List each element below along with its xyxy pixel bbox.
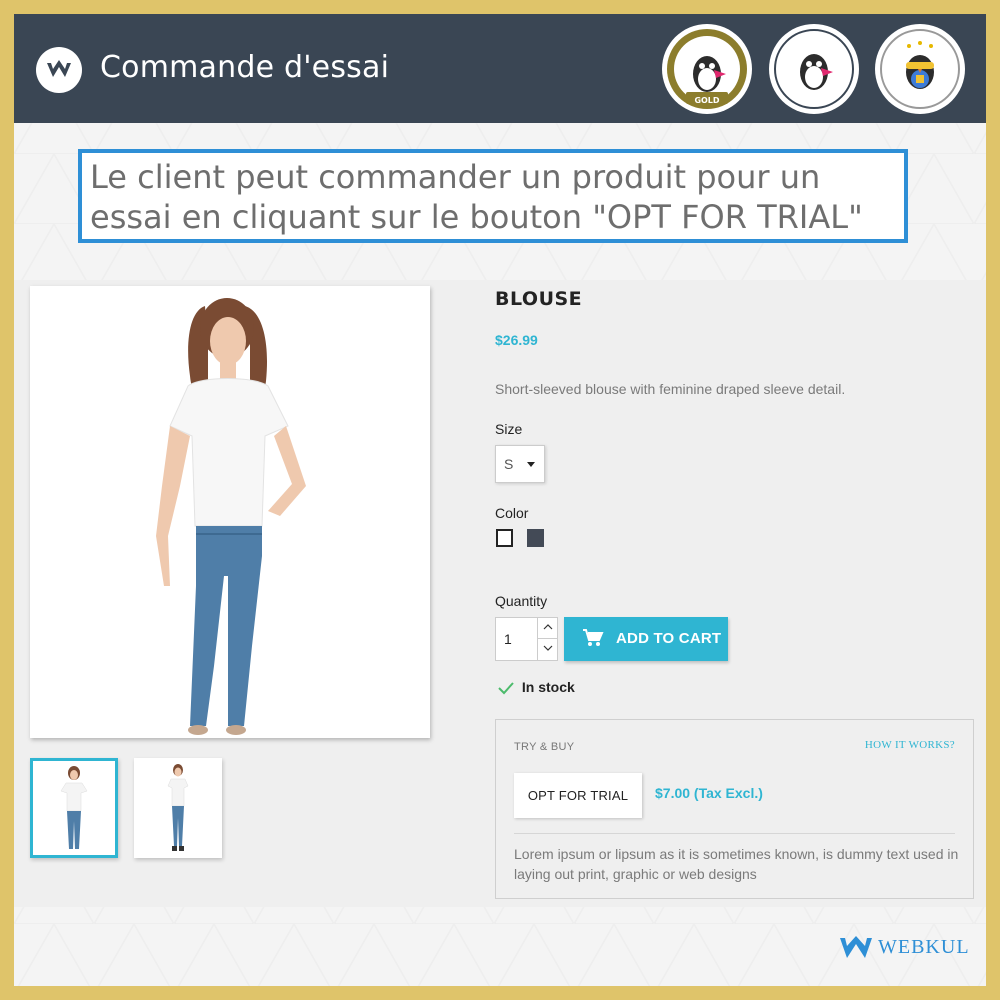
color-swatch-white[interactable] [496,529,513,547]
trial-description: Lorem ipsum or lipsum as it is sometimes… [514,846,959,882]
page-frame: Commande d'essai GOLD Le client peut com… [14,14,986,986]
how-it-works-link[interactable]: HOW IT WORKS? [865,739,955,751]
try-and-buy-panel: TRY & BUY HOW IT WORKS? OPT FOR TRIAL $7… [495,719,974,899]
add-to-cart-button[interactable]: ADD TO CART [564,617,728,661]
quantity-stepper[interactable]: 1 [495,617,558,661]
callout-line-1: Le client peut commander un produit pour… [90,158,821,196]
super-hero-seller-badge [875,24,965,114]
trial-divider [514,833,955,834]
color-label: Color [495,505,529,521]
header-bar: Commande d'essai GOLD [14,14,986,123]
quantity-input[interactable]: 1 [504,631,512,647]
product-price: $26.99 [495,332,538,348]
product-main-image[interactable] [30,286,430,738]
opt-for-trial-button[interactable]: OPT FOR TRIAL [514,773,642,818]
trial-price: $7.00 (Tax Excl.) [655,785,763,801]
stock-status: In stock [498,679,575,695]
quantity-buttons [537,618,557,660]
trial-title: TRY & BUY [514,741,575,753]
partner-gold-badge: GOLD [662,24,752,114]
size-label: Size [495,421,523,437]
product-thumbnail-1[interactable] [30,758,118,858]
partner-module-developer-badge [769,24,859,114]
quantity-label: Quantity [495,593,548,609]
shopping-cart-icon [583,629,604,646]
callout-line-2: essai en cliquant sur le bouton "OPT FOR… [90,198,863,236]
product-thumbnail-2[interactable] [134,758,222,858]
stock-status-text: In stock [521,679,575,695]
product-name: BLOUSE [495,288,583,310]
check-icon [498,682,514,695]
caret-down-icon [527,462,535,467]
webkul-brand-icon [840,936,872,958]
color-swatch-dark[interactable] [527,529,544,547]
webkul-brand-name: WEBKUL [878,936,970,958]
page-title: Commande d'essai [100,50,390,85]
webkul-logo-icon [36,47,82,93]
instruction-callout: Le client peut commander un produit pour… [78,149,908,243]
size-value: S [504,456,514,472]
chevron-down-icon[interactable] [538,639,557,660]
size-select[interactable]: S [495,445,545,483]
chevron-up-icon[interactable] [538,618,557,639]
product-description: Short-sleeved blouse with feminine drape… [495,381,846,397]
add-to-cart-label: ADD TO CART [616,630,722,647]
